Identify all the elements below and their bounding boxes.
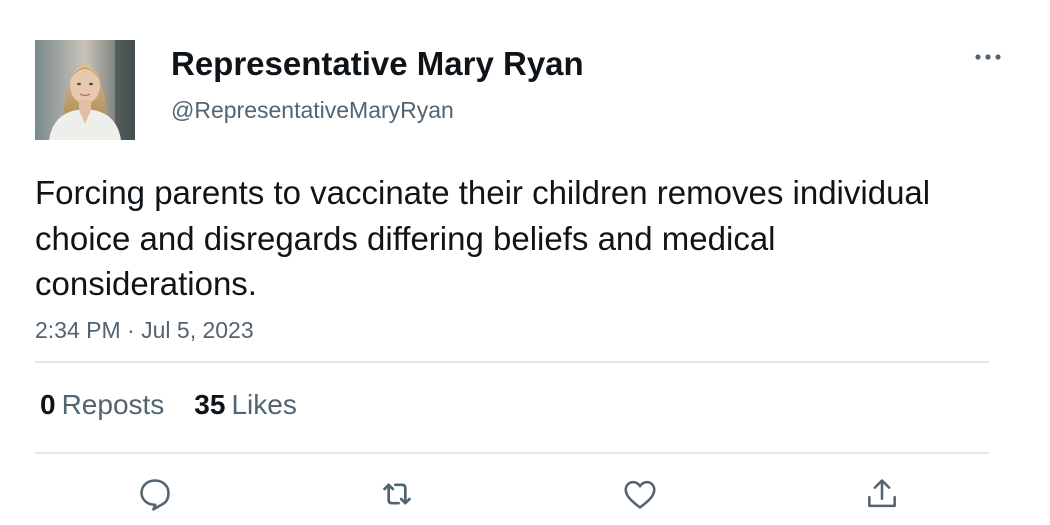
repost-icon <box>383 483 411 505</box>
share-icon <box>868 479 896 508</box>
tweet-text: Forcing parents to vaccinate their child… <box>35 174 931 302</box>
more-options-button[interactable] <box>968 44 1008 70</box>
divider <box>35 361 989 363</box>
tweet-timestamp: 2:34 PM · Jul 5, 2023 <box>35 316 254 344</box>
reposts-stat[interactable]: 0 Reposts <box>40 388 164 422</box>
more-horizontal-icon <box>975 54 1001 60</box>
tweet-date[interactable]: Jul 5, 2023 <box>141 317 254 343</box>
tweet-stats: 0 Reposts 35 Likes <box>40 388 297 422</box>
likes-label: Likes <box>231 389 297 420</box>
likes-count: 35 <box>194 389 226 420</box>
divider <box>35 452 989 454</box>
avatar-image <box>35 40 135 140</box>
avatar[interactable] <box>35 40 135 140</box>
reply-button[interactable] <box>135 474 175 514</box>
reposts-label: Reposts <box>61 389 165 420</box>
user-display-name[interactable]: Representative Mary Ryan <box>171 44 584 84</box>
like-button[interactable] <box>620 474 660 514</box>
share-button[interactable] <box>862 474 902 514</box>
tweet-card: Representative Mary Ryan @Representative… <box>0 0 1050 525</box>
heart-icon <box>624 480 656 509</box>
tweet-time[interactable]: 2:34 PM <box>35 317 121 343</box>
repost-button[interactable] <box>377 474 417 514</box>
likes-stat[interactable]: 35 Likes <box>194 388 297 422</box>
user-handle[interactable]: @RepresentativeMaryRyan <box>171 96 454 124</box>
reply-icon <box>140 479 170 511</box>
timestamp-separator: · <box>127 317 135 343</box>
reposts-count: 0 <box>40 389 56 420</box>
